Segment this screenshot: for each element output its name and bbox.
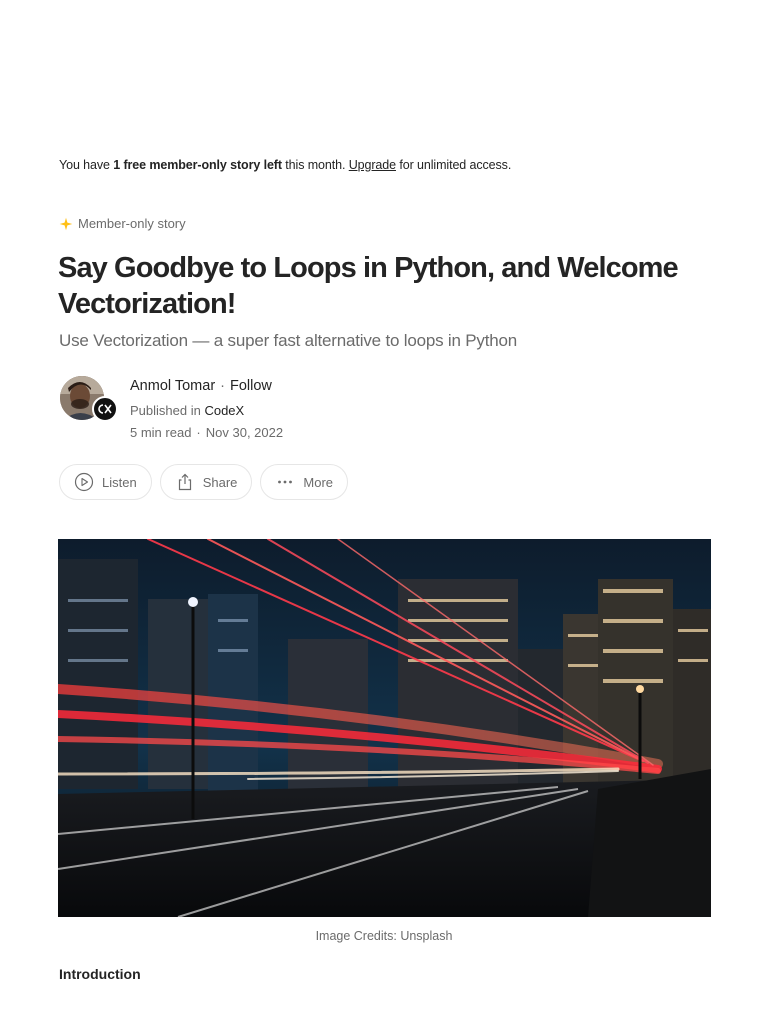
follow-button[interactable]: Follow bbox=[230, 378, 272, 394]
notice-prefix: You have bbox=[59, 158, 114, 172]
image-caption: Image Credits: Unsplash bbox=[315, 929, 453, 943]
separator-dot: · bbox=[220, 378, 225, 394]
notice-middle: this month. bbox=[281, 158, 349, 172]
author-block: Anmol Tomar · Follow Published in CodeX 5 … bbox=[60, 376, 360, 446]
article-title: Say Goodbye to Loops in Python, and Welc… bbox=[58, 252, 679, 320]
member-only-badge: Member-only story bbox=[59, 216, 186, 231]
notice-suffix: for unlimited access. bbox=[395, 158, 512, 172]
city-light-trails-photo bbox=[58, 539, 711, 917]
article-actions: Listen Share More bbox=[59, 464, 349, 500]
hero-image bbox=[58, 539, 711, 917]
section-heading-introduction: Introduction bbox=[59, 966, 141, 982]
upgrade-link[interactable]: Upgrade bbox=[349, 158, 396, 172]
play-circle-icon bbox=[74, 472, 94, 492]
more-dots-icon bbox=[278, 480, 293, 484]
share-upload-icon bbox=[178, 473, 191, 491]
article-meta: 5 min read · Nov 30, 2022 bbox=[130, 425, 283, 440]
codex-logo-icon bbox=[98, 404, 112, 414]
separator-dot: · bbox=[196, 425, 201, 440]
more-label: More bbox=[303, 474, 334, 490]
published-in: Published in CodeX bbox=[130, 403, 244, 418]
article-subtitle: Use Vectorization — a super fast alterna… bbox=[59, 331, 517, 350]
share-button[interactable]: Share bbox=[159, 464, 253, 500]
published-prefix: Published in bbox=[130, 403, 205, 418]
author-line: Anmol Tomar · Follow bbox=[130, 378, 272, 394]
read-time: 5 min read bbox=[130, 425, 192, 440]
notice-highlight: 1 free member-only story left bbox=[113, 158, 282, 172]
member-only-label: Member-only story bbox=[78, 216, 186, 231]
share-label: Share bbox=[202, 474, 238, 490]
more-button[interactable]: More bbox=[260, 464, 349, 500]
publication-link[interactable]: CodeX bbox=[204, 403, 244, 418]
sparkle-star-icon bbox=[59, 217, 73, 230]
author-name[interactable]: Anmol Tomar bbox=[130, 378, 215, 394]
publication-logo[interactable] bbox=[92, 396, 118, 422]
listen-label: Listen bbox=[102, 474, 137, 490]
publish-date: Nov 30, 2022 bbox=[205, 425, 284, 440]
member-story-notice: You have 1 free member-only story left t… bbox=[59, 158, 511, 172]
listen-button[interactable]: Listen bbox=[59, 464, 152, 500]
